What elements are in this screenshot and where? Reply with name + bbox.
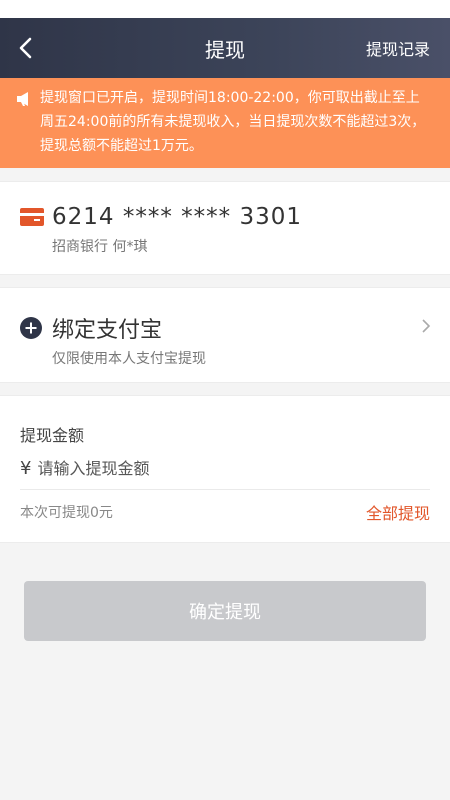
bank-card-icon — [20, 208, 44, 226]
bank-holder-info: 招商银行 何*琪 — [52, 239, 148, 255]
card-number: 6214 **** **** 3301 — [52, 204, 302, 230]
amount-input[interactable] — [37, 459, 338, 478]
plus-circle-icon — [20, 317, 42, 339]
bind-alipay-title: 绑定支付宝 — [52, 318, 163, 343]
currency-symbol: ¥ — [20, 458, 32, 479]
notice-banner: 提现窗口已开启，提现时间18:00-22:00，你可取出截止至上周五24:00前… — [0, 78, 450, 168]
withdraw-amount-section: 提现金额 ¥ 本次可提现0元 全部提现 — [0, 395, 450, 543]
bind-alipay-subtitle: 仅限使用本人支付宝提现 — [52, 351, 206, 367]
withdraw-all-button[interactable]: 全部提现 — [366, 500, 430, 524]
back-arrow-icon — [19, 37, 32, 59]
status-bar — [0, 0, 450, 18]
withdraw-record-link[interactable]: 提现记录 — [366, 36, 430, 60]
amount-label: 提现金额 — [20, 426, 85, 445]
megaphone-icon — [17, 92, 28, 106]
amount-input-row: ¥ — [20, 458, 430, 490]
available-amount: 本次可提现0元 — [20, 505, 113, 521]
back-button[interactable] — [18, 28, 46, 68]
navigation-bar: 提现 提现记录 — [0, 18, 450, 78]
notice-text: 提现窗口已开启，提现时间18:00-22:00，你可取出截止至上周五24:00前… — [40, 90, 426, 154]
bind-alipay-row[interactable]: 绑定支付宝 仅限使用本人支付宝提现 — [0, 287, 450, 383]
bank-card-section: 6214 **** **** 3301 招商银行 何*琪 — [0, 181, 450, 275]
chevron-right-icon — [422, 319, 431, 333]
confirm-withdraw-button[interactable]: 确定提现 — [24, 581, 426, 641]
